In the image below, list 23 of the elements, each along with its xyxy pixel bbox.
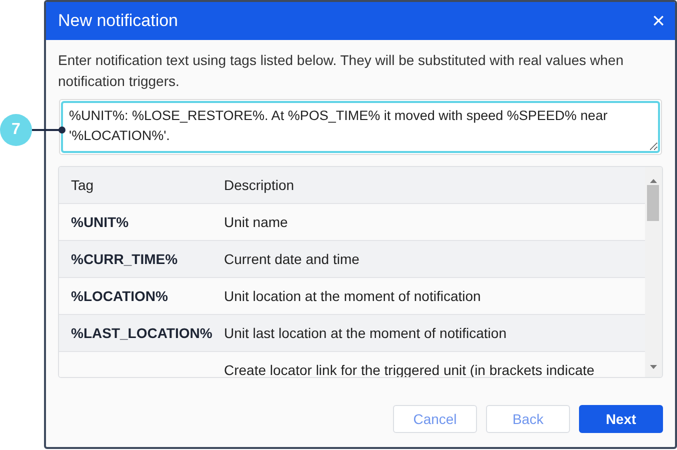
scroll-down-icon[interactable] <box>650 365 657 369</box>
table-row[interactable]: %LAST_LOCATION% Unit last location at the moment of notification <box>59 315 645 352</box>
column-header: Tag <box>71 176 94 192</box>
description-cell: Current date and time <box>224 250 360 266</box>
description-cell: Unit location at the moment of notification <box>224 288 481 304</box>
callout-badge: 7 <box>0 114 32 146</box>
next-button[interactable]: Next <box>579 405 663 433</box>
dialog-title: New notification <box>58 10 178 32</box>
description-cell: Unit name <box>224 214 288 230</box>
tag-cell: %LAST_LOCATION% <box>71 324 212 340</box>
tag-cell: %CURR_TIME% <box>71 250 178 266</box>
scrollbar[interactable] <box>645 167 662 377</box>
message-field[interactable]: %UNIT%: %LOSE_RESTORE%. At %POS_TIME% it moved with speed %SPEED% near '%LOCATION%'. <box>59 99 662 155</box>
leader-line <box>32 126 66 134</box>
close-button[interactable]: × <box>652 10 665 32</box>
table-row[interactable]: %CURR_TIME% Current date and time <box>59 241 645 278</box>
column-header: Description <box>224 176 294 192</box>
instruction-text: Enter notification text using tags listed below. They will be substituted with real values when notification triggers. <box>57 51 624 91</box>
scrollbar-thumb[interactable] <box>647 185 659 221</box>
tag-cell: %UNIT% <box>71 214 129 230</box>
tag-cell: %LOCATION% <box>71 288 168 304</box>
scroll-up-icon[interactable] <box>650 179 657 183</box>
description-cell: Unit last location at the moment of notification <box>224 324 506 340</box>
